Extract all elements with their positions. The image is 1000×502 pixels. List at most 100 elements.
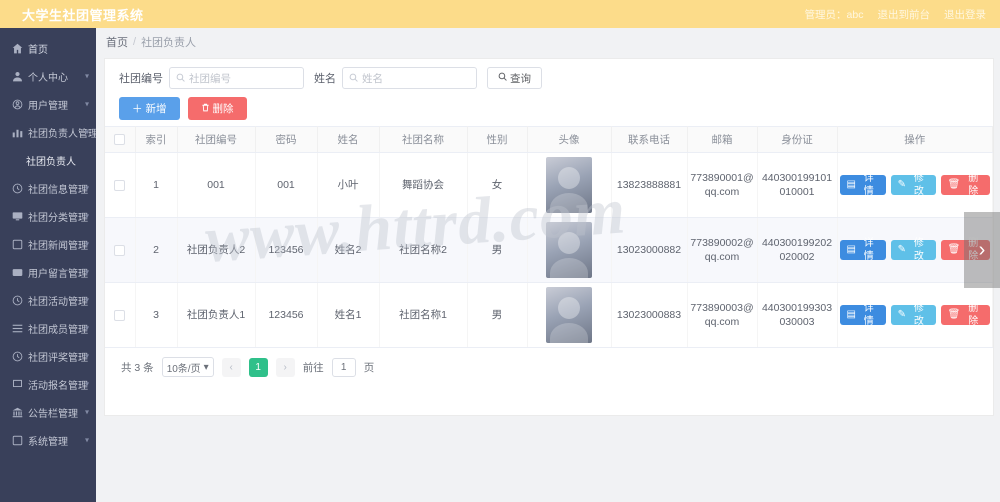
table-row[interactable]: 3 社团负责人1 123456 姓名1 社团名称1 男 13023000883 … [105, 282, 993, 348]
sidebar-item-club-activity-management[interactable]: 社团活动管理 ▾ [0, 286, 96, 314]
name-field-group: 姓名 姓名 [314, 67, 477, 89]
page-size-select[interactable]: 10条/页 ▾ [161, 357, 214, 377]
club-no-input[interactable]: 社团编号 [169, 67, 304, 89]
cell-avatar[interactable] [527, 217, 612, 283]
edit-button-label: 修改 [913, 237, 924, 263]
cell-name: 小叶 [317, 152, 380, 218]
row-checkbox-cell[interactable] [105, 152, 136, 218]
sidebar-item-user-management[interactable]: 用户管理 ▾ [0, 90, 96, 118]
table-header-select[interactable] [105, 126, 136, 153]
sidebar-item-personal-center[interactable]: 个人中心 ▾ [0, 62, 96, 90]
breadcrumb-separator: / [133, 36, 137, 48]
table-header-phone: 联系电话 [611, 126, 688, 153]
sidebar-item-label: 首页 [28, 44, 48, 56]
detail-button-label: 详情 [863, 302, 874, 328]
name-input[interactable]: 姓名 [342, 67, 477, 89]
cell-avatar[interactable] [527, 282, 612, 348]
edit-button[interactable]: ✎ 修改 [890, 173, 936, 197]
sidebar-item-club-leader[interactable]: 社团负责人 [0, 146, 96, 174]
sidebar-item-club-category-management[interactable]: 社团分类管理 ▾ [0, 202, 96, 230]
next-page-button[interactable]: › [275, 357, 295, 377]
row-checkbox-cell[interactable] [105, 282, 136, 348]
sidebar-item-activity-signup-management[interactable]: 活动报名管理 ▾ [0, 370, 96, 398]
sidebar-item-notice-board-management[interactable]: 公告栏管理 ▾ [0, 398, 96, 426]
chevron-down-icon: ▾ [84, 379, 89, 389]
chevron-down-icon: ▾ [84, 239, 89, 249]
table-header-idcard: 身份证 [757, 126, 838, 153]
chevron-down-icon: ▾ [84, 323, 89, 333]
sidebar-item-home[interactable]: 首页 [0, 34, 96, 62]
logout-link[interactable]: 退出登录 [944, 7, 986, 22]
sidebar-item-label: 社团评奖管理 [28, 352, 88, 364]
sidebar-item-club-news-management[interactable]: 社团新闻管理 ▾ [0, 230, 96, 258]
table-header-password: 密码 [255, 126, 318, 153]
goto-unit: 页 [363, 361, 375, 374]
query-button[interactable]: 查询 [487, 67, 542, 89]
cell-avatar[interactable] [527, 152, 612, 218]
sidebar-item-label: 社团分类管理 [28, 212, 88, 224]
content-panel: 社团编号 社团编号 姓名 姓名 查询 ＋ 新增 删除 索引 社团编号 密码 姓名… [104, 58, 994, 416]
delete-button[interactable]: 删除 [187, 97, 247, 120]
breadcrumb-home[interactable]: 首页 [106, 34, 128, 50]
avatar[interactable] [546, 222, 592, 278]
sidebar-item-system-management[interactable]: 系统管理 ▾ [0, 426, 96, 454]
sidebar-item-club-info-management[interactable]: 社团信息管理 ▾ [0, 174, 96, 202]
sidebar-item-label: 社团新闻管理 [28, 240, 88, 252]
sidebar[interactable]: 首页 个人中心 ▾ 用户管理 ▾ 社团负责人管理 ▾ 社团负责人 社团信息管理 … [0, 28, 96, 502]
detail-button[interactable]: ▤ 详情 [839, 173, 886, 197]
row-delete-button[interactable]: 🗑 删除 [940, 173, 990, 197]
avatar[interactable] [546, 287, 592, 343]
exit-to-front-link[interactable]: 退出到前台 [878, 7, 931, 22]
cell-club-name: 社团名称1 [379, 282, 468, 348]
sidebar-item-club-member-management[interactable]: 社团成员管理 ▾ [0, 314, 96, 342]
cell-email: 773890002@qq.com [687, 217, 758, 283]
cell-phone: 13823888881 [611, 152, 688, 218]
table-header-avatar: 头像 [527, 126, 612, 153]
add-button[interactable]: ＋ 新增 [119, 97, 180, 120]
trash-icon [201, 103, 210, 115]
cell-idcard: 440300199202020002 [757, 217, 838, 283]
row-checkbox[interactable] [114, 244, 126, 256]
cell-gender: 男 [467, 217, 528, 283]
row-checkbox[interactable] [114, 309, 126, 321]
clock-icon [12, 351, 23, 362]
chevron-down-icon: ▾ [84, 435, 89, 445]
edit-button[interactable]: ✎ 修改 [890, 238, 936, 262]
prev-page-button[interactable]: ‹ [221, 357, 241, 377]
sidebar-item-label: 社团成员管理 [28, 324, 88, 336]
sidebar-item-label: 活动报名管理 [28, 380, 88, 392]
carousel-next-button[interactable]: › [964, 212, 1000, 288]
clock-icon [12, 295, 23, 306]
sidebar-item-label: 社团负责人 [26, 156, 76, 168]
goto-label: 前往 [302, 361, 324, 374]
table-row[interactable]: 2 社团负责人2 123456 姓名2 社团名称2 男 13023000882 … [105, 217, 993, 283]
square-icon [12, 239, 23, 250]
chevron-down-icon: ▾ [84, 211, 89, 221]
row-delete-button[interactable]: 🗑 删除 [940, 303, 990, 327]
sidebar-item-club-leader-management[interactable]: 社团负责人管理 ▾ [0, 118, 96, 146]
select-all-checkbox[interactable] [114, 134, 126, 146]
table-row[interactable]: 1 001 001 小叶 舞蹈协会 女 13823888881 77389000… [105, 152, 993, 218]
cell-club-no: 001 [177, 152, 256, 218]
detail-button[interactable]: ▤ 详情 [839, 238, 886, 262]
doc-icon: ▤ [846, 244, 856, 256]
avatar[interactable] [546, 157, 592, 213]
row-checkbox[interactable] [114, 179, 126, 191]
cell-club-no: 社团负责人2 [177, 217, 256, 283]
sidebar-item-club-award-management[interactable]: 社团评奖管理 ▾ [0, 342, 96, 370]
club-no-label: 社团编号 [119, 73, 163, 85]
search-icon [349, 71, 358, 85]
search-icon [176, 71, 185, 85]
app-header: 大学生社团管理系统 管理员：abc 退出到前台 退出登录 [0, 0, 1000, 28]
cell-gender: 男 [467, 282, 528, 348]
row-checkbox-cell[interactable] [105, 217, 136, 283]
cell-password: 123456 [255, 282, 318, 348]
goto-input[interactable]: 1 [331, 357, 356, 377]
detail-button[interactable]: ▤ 详情 [839, 303, 886, 327]
sidebar-item-user-message-management[interactable]: 用户留言管理 ▾ [0, 258, 96, 286]
cell-idcard: 440300199303030003 [757, 282, 838, 348]
add-button-label: 新增 [145, 103, 167, 115]
pencil-icon: ✎ [897, 244, 906, 256]
edit-button[interactable]: ✎ 修改 [890, 303, 936, 327]
page-button-1[interactable]: 1 [248, 357, 268, 377]
